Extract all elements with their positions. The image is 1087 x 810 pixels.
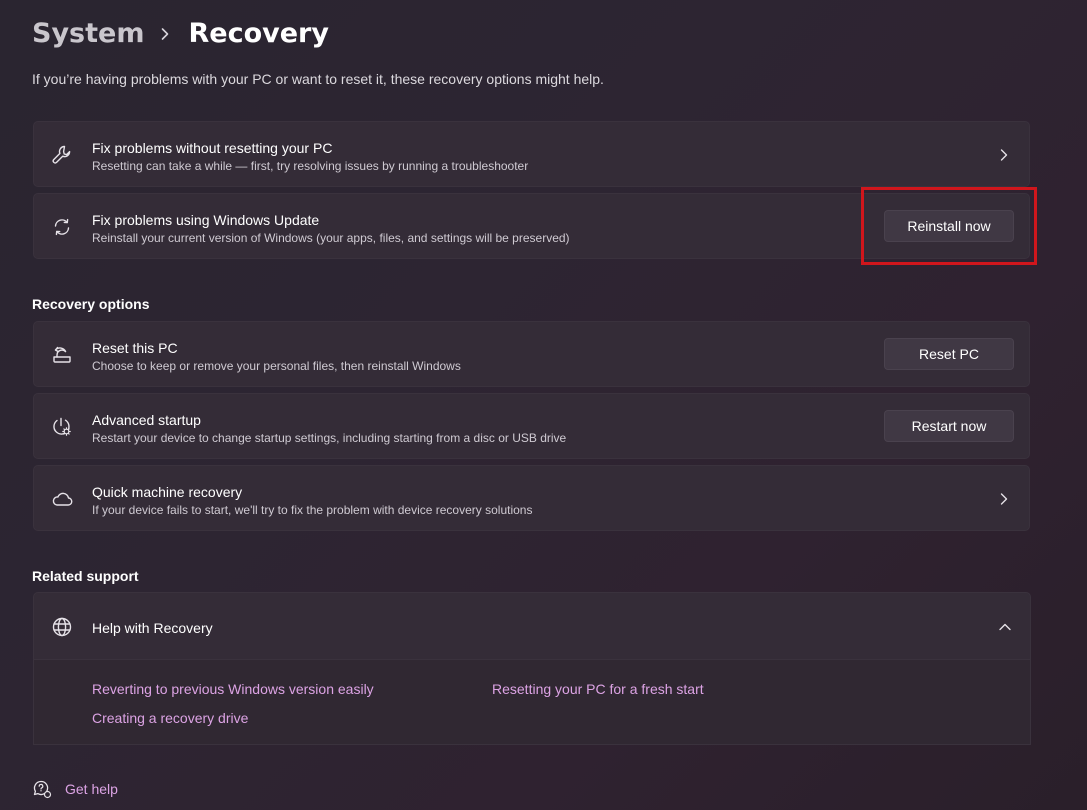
restart-now-button[interactable]: Restart now [884, 410, 1014, 442]
chevron-right-icon [995, 146, 1013, 164]
page-title: Recovery [188, 18, 329, 49]
page-description: If you’re having problems with your PC o… [32, 71, 604, 87]
link-resetting-pc[interactable]: Resetting your PC for a fresh start [492, 680, 704, 698]
fix-without-reset-card[interactable]: Fix problems without resetting your PC R… [33, 121, 1030, 187]
help-chat-icon [32, 779, 52, 799]
breadcrumb: System Recovery [32, 14, 329, 54]
reset-pc-card: Reset this PC Choose to keep or remove y… [33, 321, 1030, 387]
help-with-recovery-expander[interactable]: Help with Recovery [33, 592, 1031, 660]
recovery-options-heading: Recovery options [32, 296, 150, 312]
help-links-panel: Reverting to previous Windows version ea… [33, 660, 1031, 745]
get-help-label[interactable]: Get help [65, 781, 118, 797]
card-description: If your device fails to start, we'll try… [92, 503, 533, 517]
expander-title: Help with Recovery [92, 620, 213, 636]
breadcrumb-system-link[interactable]: System [32, 14, 144, 54]
reset-pc-icon [50, 343, 74, 367]
reset-pc-button[interactable]: Reset PC [884, 338, 1014, 370]
card-title: Fix problems using Windows Update [92, 212, 320, 228]
advanced-startup-card: Advanced startup Restart your device to … [33, 393, 1030, 459]
link-reverting-windows[interactable]: Reverting to previous Windows version ea… [92, 680, 374, 698]
card-title: Quick machine recovery [92, 484, 243, 500]
chevron-right-icon [158, 14, 178, 54]
advanced-startup-icon [50, 415, 74, 439]
wrench-icon [50, 143, 74, 167]
get-help-link[interactable]: Get help [32, 778, 118, 800]
card-description: Reinstall your current version of Window… [92, 231, 570, 245]
highlight-box [861, 187, 1037, 265]
chevron-right-icon [995, 490, 1013, 508]
card-title: Advanced startup [92, 412, 201, 428]
cloud-icon [50, 487, 74, 511]
link-recovery-drive[interactable]: Creating a recovery drive [92, 709, 248, 727]
sync-icon [50, 215, 74, 239]
card-title: Reset this PC [92, 340, 178, 356]
card-description: Restart your device to change startup se… [92, 431, 567, 445]
related-support-heading: Related support [32, 568, 139, 584]
card-description: Resetting can take a while — first, try … [92, 159, 529, 173]
quick-machine-recovery-card[interactable]: Quick machine recovery If your device fa… [33, 465, 1030, 531]
card-title: Fix problems without resetting your PC [92, 140, 333, 156]
chevron-up-icon[interactable] [996, 618, 1014, 636]
globe-icon [50, 615, 74, 639]
card-description: Choose to keep or remove your personal f… [92, 359, 461, 373]
